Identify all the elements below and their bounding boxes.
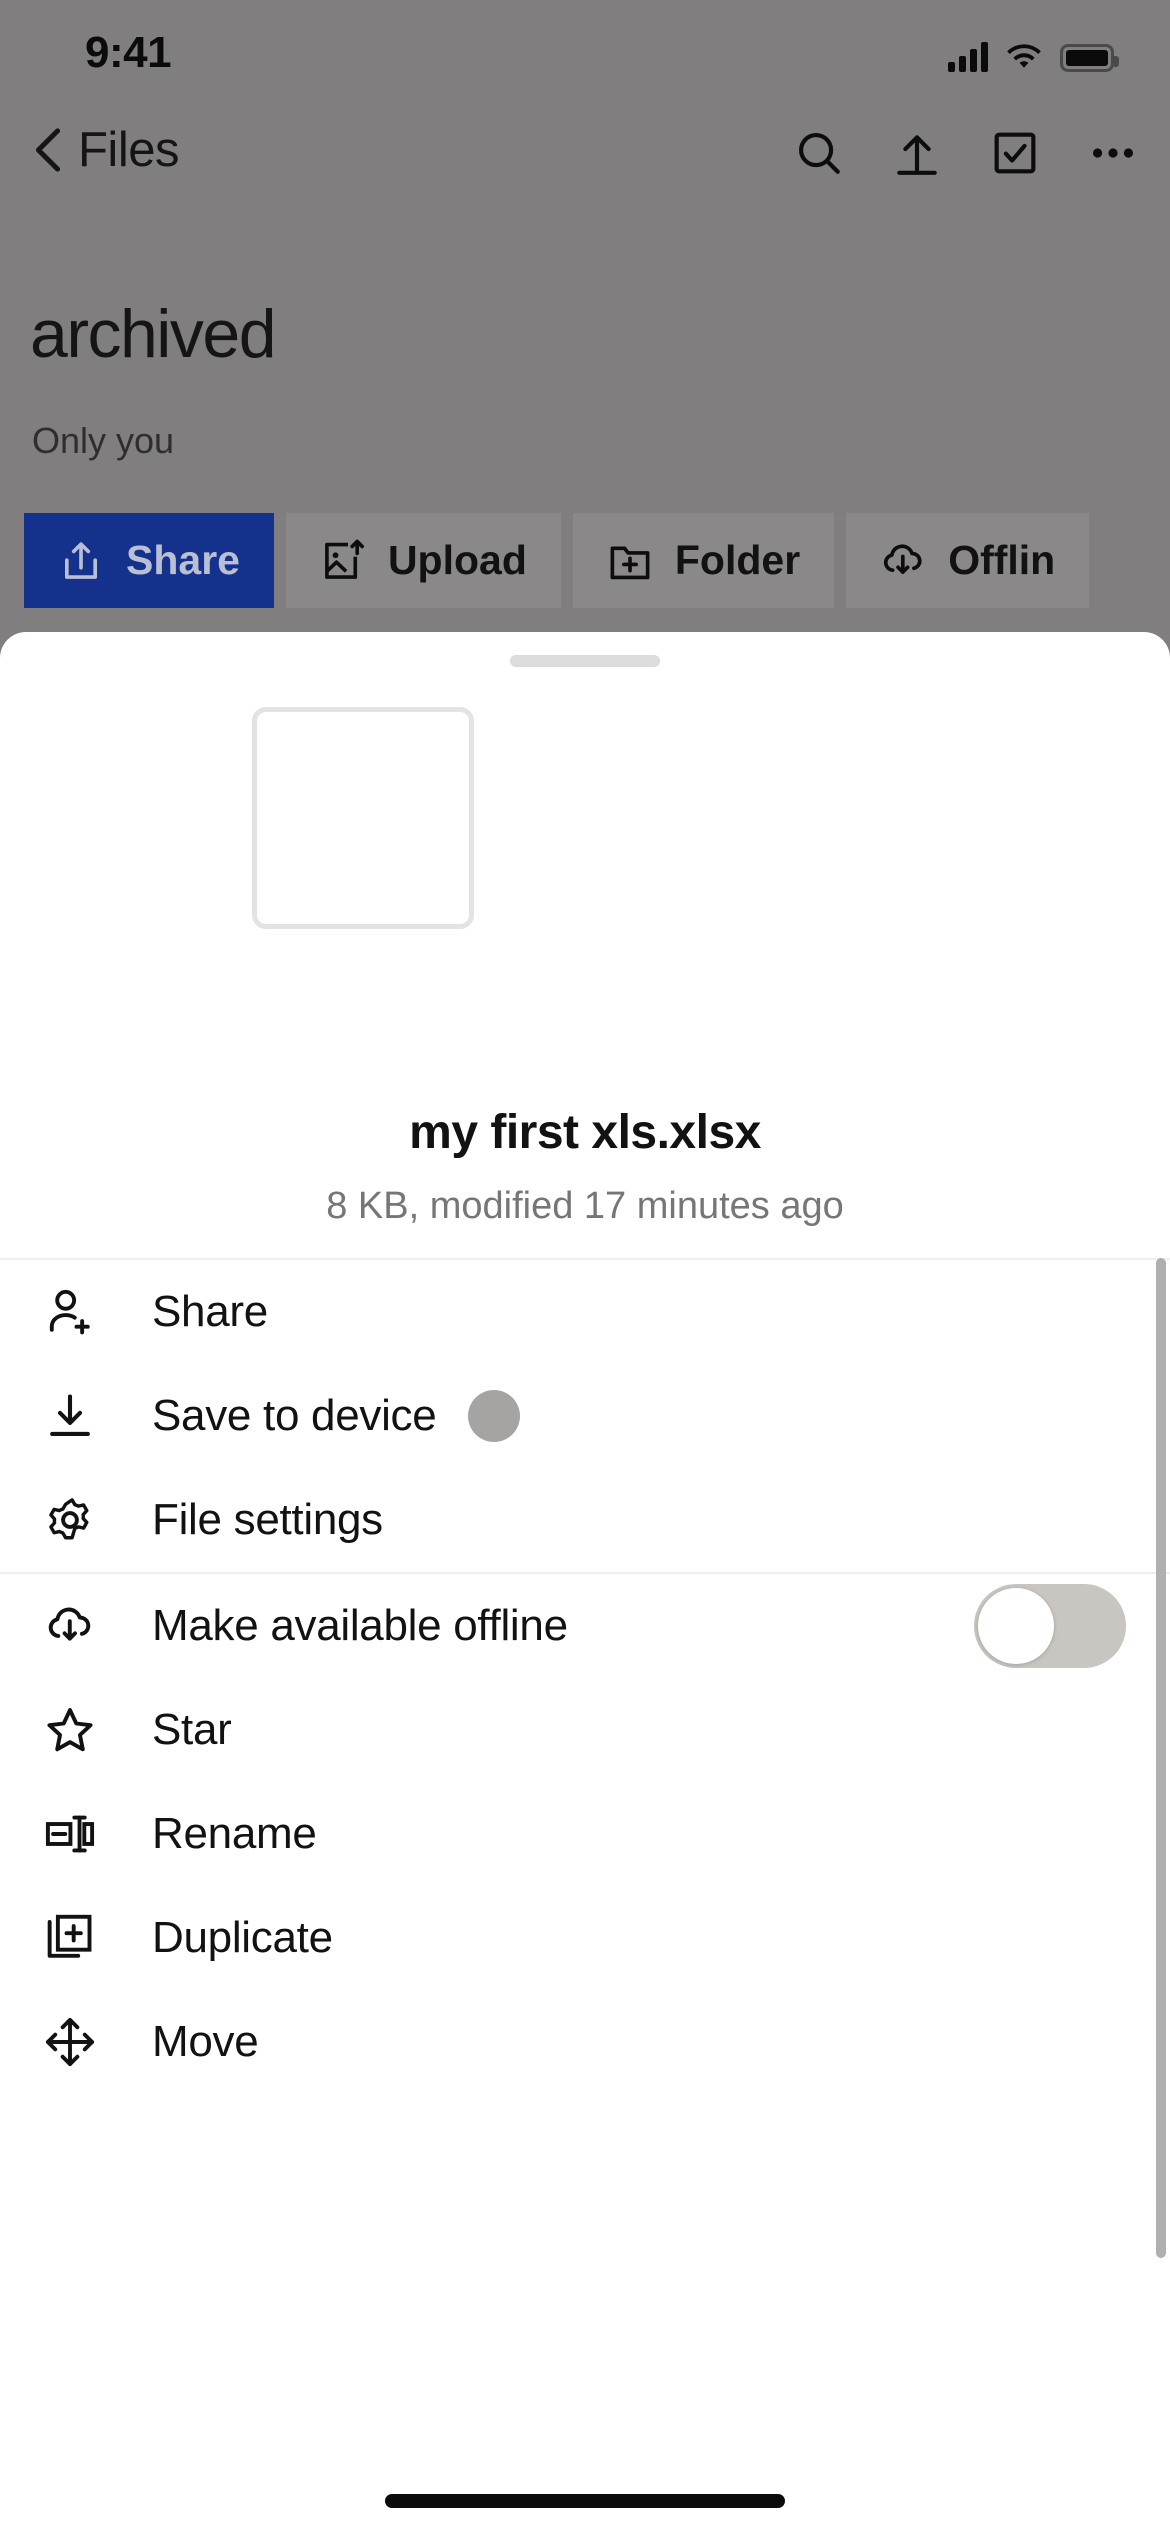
save-progress-spinner [468,1390,521,1442]
background-app-scrim: 9:41 Files archived Only you Share Uploa… [0,0,1170,660]
person-add-icon [40,1282,100,1342]
quick-actions-row: Share Upload Folder Offlin [24,513,1090,608]
navigation-actions [794,128,1138,178]
phone-screen: 9:41 Files archived Only you Share Uploa… [0,0,1170,2532]
page-title: archived [30,296,277,372]
status-bar-icons [948,36,1119,72]
menu-item-move-label: Move [152,2017,259,2066]
menu-item-save-to-device-label: Save to device [152,1391,437,1440]
cellular-signal-icon [948,42,988,72]
chip-share[interactable]: Share [24,513,274,608]
file-meta: 8 KB, modified 17 minutes ago [326,1185,844,1227]
status-bar: 9:41 [0,0,1170,100]
menu-item-duplicate[interactable]: Duplicate [0,1886,1170,1990]
menu-item-file-settings-label: File settings [152,1495,383,1544]
menu-item-rename-label: Rename [152,1809,317,1858]
menu-item-save-to-device[interactable]: Save to device [0,1364,1170,1468]
battery-icon [1060,44,1119,72]
chip-folder[interactable]: Folder [572,513,835,608]
menu-item-share[interactable]: Share [0,1260,1170,1364]
chip-folder-label: Folder [674,537,801,583]
more-horizontal-icon[interactable] [1088,128,1138,178]
back-button[interactable]: Files [32,122,179,178]
duplicate-icon [40,1908,100,1968]
menu-item-duplicate-label: Duplicate [152,1913,333,1962]
menu-item-share-label: Share [152,1287,268,1336]
wifi-icon [1007,44,1041,68]
rename-icon [40,1804,100,1864]
back-button-label: Files [78,123,179,177]
file-name: my first xls.xlsx [409,1106,761,1159]
image-upload-icon [325,539,364,579]
cloud-download-icon [40,1596,100,1656]
home-indicator [385,2494,785,2508]
file-actions-menu: Share Save to device File settings Make … [0,1258,1170,2094]
navigation-bar: Files [0,100,1170,205]
cloud-download-icon [884,543,922,574]
offline-toggle-knob [978,1588,1054,1664]
checkbox-icon[interactable] [990,128,1040,178]
folder-plus-icon [610,546,650,579]
share-upload-icon [64,541,98,579]
menu-item-make-available-offline-label: Make available offline [152,1601,568,1650]
sheet-scrollbar[interactable] [1156,1258,1166,2258]
gear-icon [40,1490,100,1550]
star-icon [40,1700,100,1760]
download-icon [40,1386,100,1446]
page-subtitle: Only you [32,420,175,461]
move-icon [40,2012,100,2072]
chip-upload[interactable]: Upload [285,513,561,608]
search-icon[interactable] [794,128,844,178]
menu-item-star-label: Star [152,1705,232,1754]
file-thumbnail-placeholder [252,707,474,929]
drag-handle[interactable] [510,655,660,667]
upload-arrow-icon[interactable] [892,128,942,178]
chip-offline-label: Offlin [948,537,1056,583]
menu-item-file-settings[interactable]: File settings [0,1468,1170,1572]
offline-toggle[interactable] [974,1584,1126,1668]
chip-share-label: Share [126,537,240,583]
status-bar-time: 9:41 [85,28,172,77]
menu-item-make-available-offline[interactable]: Make available offline [0,1574,1170,1678]
menu-group-1: Share Save to device File settings [0,1258,1170,1572]
chip-upload-label: Upload [387,537,527,583]
menu-group-2: Make available offline Star Rename Dupli… [0,1572,1170,2094]
menu-item-rename[interactable]: Rename [0,1782,1170,1886]
menu-item-star[interactable]: Star [0,1678,1170,1782]
menu-item-move[interactable]: Move [0,1990,1170,2094]
chip-offline[interactable]: Offlin [846,513,1090,608]
chevron-left-icon [35,128,61,172]
